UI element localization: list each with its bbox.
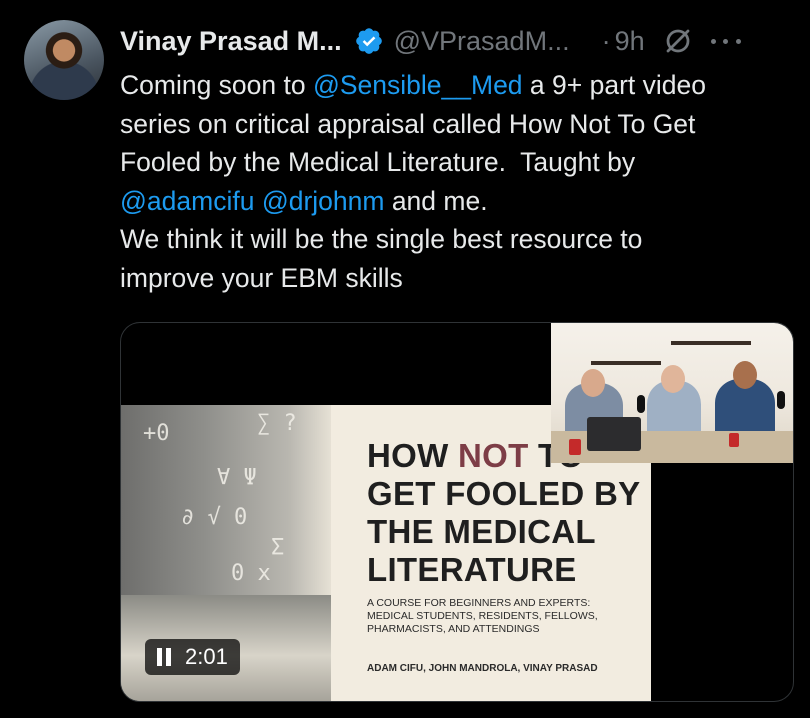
playback-badge[interactable]: 2:01 xyxy=(145,639,240,675)
elapsed-time: 2:01 xyxy=(185,644,228,669)
slide-title-line: GET FOOLED BY xyxy=(367,475,641,512)
illustration-glyph: ∑ ? xyxy=(257,411,297,436)
presenter-3-head xyxy=(733,361,757,389)
presenter-1-head xyxy=(581,369,605,397)
author-handle[interactable]: @VPrasadM... xyxy=(394,26,570,57)
illustration-glyph: Σ xyxy=(271,535,285,560)
tweet-line-3: Fooled by the Medical Literature. Taught… xyxy=(120,147,636,177)
more-options-icon[interactable] xyxy=(710,26,741,56)
author-avatar[interactable] xyxy=(24,20,104,100)
webcam-overlay xyxy=(551,323,793,463)
video-player[interactable]: +0 ∑ ? ∀ Ψ ∂ √ 0 Σ 0 x HOW NOT TO GET FO… xyxy=(120,322,794,702)
mug xyxy=(569,439,581,455)
laptop xyxy=(587,417,641,451)
illustration-glyph: ∀ Ψ xyxy=(217,465,257,490)
wall-shelf xyxy=(591,361,661,365)
separator-dot: · xyxy=(601,25,611,56)
text-segment: Coming soon to xyxy=(120,70,313,100)
presenter-2-head xyxy=(661,365,685,393)
illustration-glyph: ∂ √ 0 xyxy=(181,505,248,530)
grok-icon[interactable] xyxy=(663,26,693,56)
tweet-line-6: improve your EBM skills xyxy=(120,262,403,293)
tweet-header: Vinay Prasad M... @VPrasadM... · 9h xyxy=(120,22,796,60)
microphone xyxy=(637,395,645,413)
slide-title-emphasis: NOT xyxy=(458,437,529,474)
tweet-line-5: We think it will be the single best reso… xyxy=(120,224,643,254)
verified-badge-icon xyxy=(355,28,382,54)
post-time[interactable]: 9h xyxy=(615,26,645,57)
pause-icon[interactable] xyxy=(157,648,171,666)
mention-sensible-med[interactable]: @Sensible__Med xyxy=(313,70,523,100)
slide-title-line: LITERATURE xyxy=(367,551,577,588)
illustration-glyph: 0 x xyxy=(231,561,271,586)
slide-title-text: HOW xyxy=(367,437,459,474)
tweet-line-4: @adamcifu @drjohnm and me. xyxy=(120,182,800,221)
tweet-line-1: Coming soon to @Sensible__Med a 9+ part … xyxy=(120,66,800,105)
slide-authors: Adam Cifu, John Mandrola, Vinay Prasad xyxy=(367,663,598,674)
author-name[interactable]: Vinay Prasad M... xyxy=(120,26,342,57)
tweet-line-2: series on critical appraisal called How … xyxy=(120,108,696,139)
mention-adamcifu[interactable]: @adamcifu xyxy=(120,186,254,216)
mug xyxy=(729,433,739,447)
mention-drjohnm[interactable]: @drjohnm xyxy=(262,186,385,216)
tweet-body: Coming soon to @Sensible__Med a 9+ part … xyxy=(120,66,800,297)
text-segment: a 9+ part video xyxy=(522,70,706,100)
text-segment: and me. xyxy=(384,185,488,216)
wall-shelf xyxy=(671,341,751,345)
slide-title-line: THE MEDICAL xyxy=(367,513,596,550)
slide-subtitle: A course for beginners and experts: medi… xyxy=(367,597,598,635)
illustration-glyph: +0 xyxy=(143,421,170,446)
microphone xyxy=(777,391,785,409)
